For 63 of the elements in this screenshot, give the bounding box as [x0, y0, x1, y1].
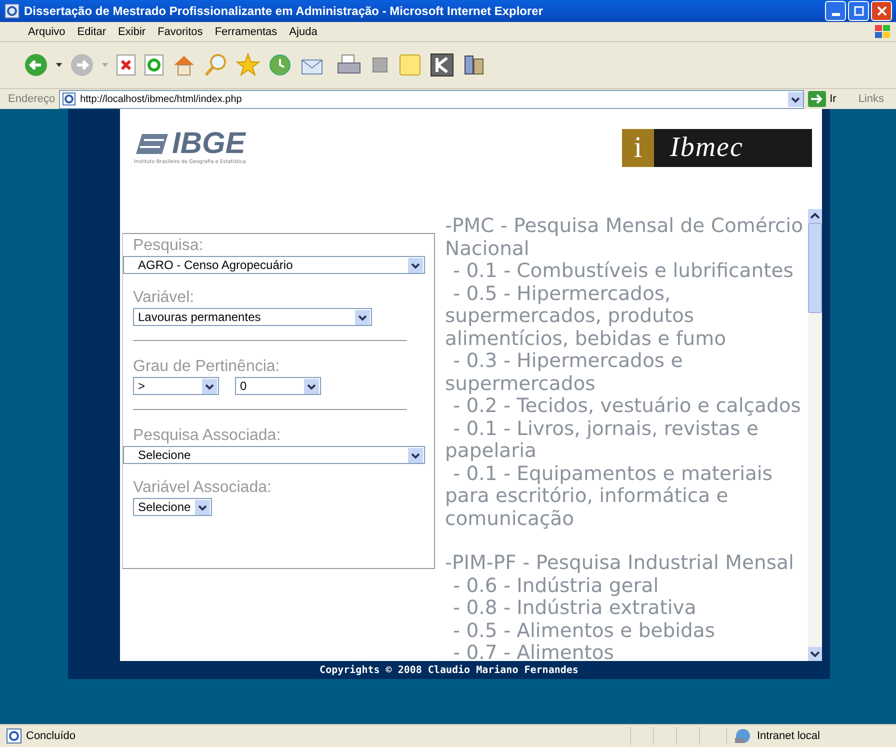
square-icon[interactable]	[370, 55, 390, 75]
survey-item: - 0.5 - Hipermercados, supermercados, produtos alimentícios, bebidas e fumo	[445, 282, 728, 350]
scroll-down-icon[interactable]	[808, 647, 822, 661]
page-icon	[62, 92, 76, 106]
maximize-button[interactable]	[848, 1, 869, 21]
refresh-icon[interactable]	[144, 54, 164, 76]
menu-item[interactable]: Editar	[71, 26, 112, 38]
dropdown-select[interactable]: 0	[235, 377, 321, 395]
window-title: Dissertação de Mestrado Profissionalizante em Administração - Microsoft Internet Explorer	[24, 4, 544, 18]
field-label: Pesquisa:	[133, 236, 204, 256]
field-label: Variável:	[133, 288, 196, 308]
field-label: Pesquisa Associada:	[133, 426, 282, 446]
dropdown-select[interactable]: Selecione	[123, 446, 425, 464]
page-icon	[6, 728, 22, 744]
status-text: Concluído	[26, 730, 77, 742]
zone-text: Intranet local	[757, 730, 820, 742]
windows-flag-icon	[874, 24, 892, 40]
field-label: Variável Associada:	[133, 478, 272, 498]
dropdown-select[interactable]: AGRO - Censo Agropecuário	[123, 256, 425, 274]
minimize-icon	[832, 12, 840, 16]
field-label: Grau de Pertinência:	[133, 357, 281, 377]
stop-icon[interactable]	[116, 54, 136, 76]
survey-item: - 0.6 - Indústria geral	[452, 574, 660, 597]
survey-title: -PMC - Pesquisa Mensal de Comércio Nacional	[445, 215, 804, 260]
star-icon[interactable]	[236, 53, 260, 77]
menu-item[interactable]: Favoritos	[152, 26, 209, 38]
k-app-icon[interactable]	[430, 53, 454, 77]
ibmec-logo: i Ibmec	[622, 129, 812, 167]
dropdown-select[interactable]: >	[133, 377, 219, 395]
dropdown-select[interactable]: Lavouras permanentes	[133, 308, 372, 326]
address-label: Endereço	[8, 93, 56, 105]
dropdown-arrow-icon[interactable]	[56, 63, 62, 67]
minimize-button[interactable]	[825, 1, 846, 21]
survey-item: - 0.1 - Livros, jornais, revistas e papelaria	[445, 418, 760, 462]
history-icon[interactable]	[268, 53, 292, 77]
survey-item: - 0.2 - Tecidos, vestuário e calçados	[452, 395, 802, 418]
survey-item: - 0.8 - Indústria extrativa	[452, 597, 698, 620]
menu-item[interactable]: Ajuda	[283, 26, 324, 38]
ibge-emblem-icon	[134, 132, 170, 156]
menu-item[interactable]: Arquivo	[22, 26, 72, 38]
survey-item: - 0.1 - Equipamentos e materiais para escritório, informática e comunicação	[445, 462, 774, 530]
menu-item[interactable]: Exibir	[112, 26, 152, 38]
network-icon	[733, 728, 753, 744]
links-button[interactable]: Links	[858, 93, 884, 105]
dropdown-select[interactable]: Selecione	[133, 498, 212, 516]
scroll-up-icon[interactable]	[808, 209, 822, 223]
browser-icon	[4, 3, 20, 19]
menu-item[interactable]: Ferramentas	[208, 26, 284, 38]
survey-item: - 0.1 - Combustíveis e lubrificantes	[452, 260, 794, 282]
back-icon[interactable]	[24, 53, 48, 77]
maximize-icon	[854, 6, 864, 16]
survey-item: - 0.3 - Hipermercados e supermercados	[445, 350, 684, 395]
scrollbar[interactable]	[808, 209, 822, 661]
address-field[interactable]: http://localhost/ibmec/html/index.php	[59, 90, 804, 108]
survey-item: - 0.7 - Alimentos	[452, 642, 615, 664]
scroll-thumb[interactable]	[808, 223, 822, 313]
survey-title: -PIM-PF - Pesquisa Industrial Mensal	[445, 552, 795, 574]
close-icon	[876, 6, 886, 16]
go-button[interactable]: Ir	[830, 93, 836, 105]
survey-item: - 0.5 - Alimentos e bebidas	[452, 620, 716, 642]
close-button[interactable]	[871, 1, 892, 21]
home-icon[interactable]	[172, 54, 196, 76]
copyright-text: Copyrights © 2008 Claudio Mariano Fernandes	[320, 664, 578, 676]
